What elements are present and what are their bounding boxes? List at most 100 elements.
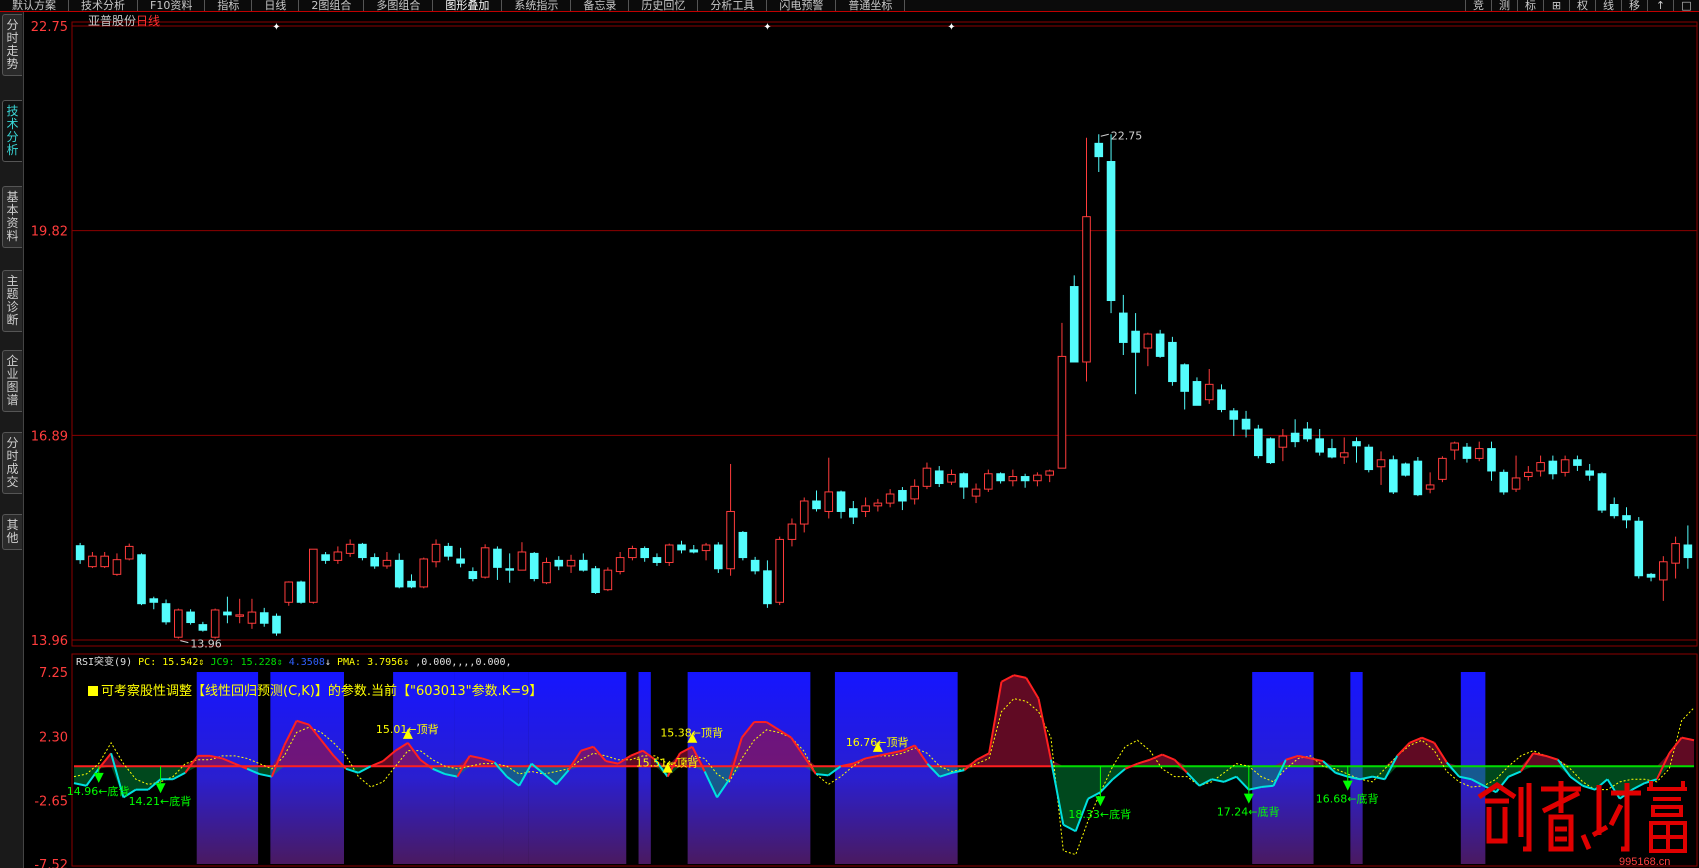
sidebar-tab-diagnosis[interactable]: 主题诊断 — [2, 270, 22, 332]
candle-body — [100, 555, 109, 568]
indicator-tick-label: 7.25 — [39, 666, 68, 681]
toolbar-item[interactable]: F10资料 — [138, 0, 206, 11]
toolbar-right-button[interactable]: 测 — [1491, 0, 1517, 11]
candle-body — [836, 491, 846, 512]
candle-body — [174, 609, 183, 638]
pma-value: 3.7956 — [367, 657, 404, 668]
toolbar-right-button[interactable]: 标 — [1517, 0, 1543, 11]
candle-body — [161, 603, 171, 623]
candle-body — [259, 612, 269, 624]
bottom-divergence-label: 18.33←底背 — [1068, 807, 1131, 821]
candle-body — [284, 581, 294, 603]
sidebar-tab-other[interactable]: 其他 — [2, 514, 22, 550]
candle-body — [763, 570, 772, 605]
jc-label: JC9: — [210, 657, 235, 668]
toolbar-right-button[interactable]: 竞 — [1465, 0, 1491, 11]
candle-body — [75, 545, 85, 561]
watermark-logo: 995168.cn 创想财富 — [1477, 781, 1687, 867]
kline-chart[interactable]: 22.75 19.82 16.89 13.96 22.75 13.96 ✦ ✦ ✦ — [26, 12, 1699, 652]
candle-body — [640, 547, 649, 559]
indicator-header: RSI突变(9) PC: 15.542⇕ JC9: 15.228⇕ 4.3508… — [76, 657, 512, 668]
candle-body — [505, 568, 514, 571]
toolbar-item-overlay[interactable]: 图形叠加 — [433, 0, 503, 11]
candle-body — [1204, 383, 1214, 401]
candle-body — [750, 559, 760, 572]
candle-body — [714, 544, 723, 570]
pc-line-segment — [1261, 784, 1274, 789]
candle-body — [1609, 503, 1619, 517]
jc2-value: 4.3508 — [288, 657, 325, 668]
candle-body — [1168, 341, 1177, 383]
sidebar-tab-technical[interactable]: 技术分析 — [2, 100, 22, 162]
toolbar-item[interactable]: 系统指示 — [502, 0, 572, 11]
sidebar: 分时走势 技术分析 基本资料 主题诊断 企业图谱 分时成交 其他 — [0, 12, 24, 868]
jc-value: 15.228 — [240, 657, 277, 668]
sidebar-tab-ticks[interactable]: 分时成交 — [2, 432, 22, 494]
toolbar-item[interactable]: 默认方案 — [0, 0, 69, 11]
candle-body — [186, 611, 195, 624]
candle-body — [1143, 333, 1153, 349]
candle-body — [345, 543, 355, 554]
candle-body — [247, 611, 257, 624]
candle-body — [1548, 460, 1558, 475]
toolbar-item[interactable]: 技术分析 — [69, 0, 138, 11]
candle-body — [652, 557, 662, 563]
candle-body — [1033, 474, 1042, 482]
sidebar-tab-enterprise[interactable]: 企业图谱 — [2, 350, 22, 412]
top-divergence-label: 15.38←顶背 — [660, 726, 723, 740]
candle-body — [1560, 459, 1570, 473]
candle-body — [873, 502, 883, 507]
toolbar-item[interactable]: 指标 — [205, 0, 253, 11]
indicator-tick-label: 2.30 — [39, 730, 68, 745]
stock-name: 亚普股份 — [88, 14, 137, 28]
candle-body — [309, 548, 318, 603]
candle-body — [701, 544, 711, 552]
candle-body — [1020, 476, 1030, 482]
candle-body — [861, 505, 870, 512]
candle-body — [1045, 470, 1054, 476]
toolbar-item[interactable]: 普通坐标 — [836, 0, 906, 11]
stock-title: 亚普股份日线 — [88, 12, 160, 29]
candle-body — [1217, 389, 1226, 410]
candle-body — [1401, 463, 1410, 476]
toolbar-right-button[interactable]: ⊞ — [1543, 0, 1569, 11]
toolbar-right-button[interactable]: □ — [1673, 0, 1699, 11]
toolbar-right-button[interactable]: 线 — [1595, 0, 1621, 11]
candle-body — [542, 561, 551, 584]
low-price-label: 13.96 — [190, 638, 222, 651]
toolbar-right-button[interactable]: 移 — [1621, 0, 1647, 11]
candle-body — [480, 547, 490, 578]
toolbar-right-button[interactable]: ↑ — [1647, 0, 1673, 11]
top-divergence-label: 15.51←顶背 — [636, 756, 699, 770]
candle-body — [124, 545, 134, 560]
sidebar-tab-intraday[interactable]: 分时走势 — [2, 14, 22, 76]
toolbar-right-button[interactable]: 权 — [1569, 0, 1595, 11]
candle-body — [444, 545, 453, 557]
toolbar-item[interactable]: 分析工具 — [698, 0, 768, 11]
candle-body — [1278, 435, 1288, 448]
toolbar-item[interactable]: 多图组合 — [364, 0, 434, 11]
sidebar-tab-fundamentals[interactable]: 基本资料 — [2, 186, 22, 248]
candle-body — [775, 538, 784, 603]
candle-body — [333, 551, 343, 561]
candle-body — [1524, 471, 1533, 478]
bottom-divergence-label: 14.96←底背 — [67, 784, 130, 798]
toolbar-item[interactable]: 日线 — [252, 0, 300, 11]
candle-body — [370, 557, 379, 567]
candle-body — [272, 615, 281, 634]
candle-body — [971, 488, 981, 497]
candle-body — [554, 559, 564, 567]
toolbar-item[interactable]: 备忘录 — [571, 0, 630, 11]
candle-body — [407, 580, 416, 588]
toolbar-item[interactable]: 2图组合 — [299, 0, 365, 11]
candle-body — [1241, 418, 1251, 430]
candle-body — [431, 543, 441, 563]
candle-body — [984, 473, 993, 490]
pc-value: 15.542 — [162, 657, 199, 668]
toolbar-item[interactable]: 闪电预警 — [767, 0, 837, 11]
candle-body — [1303, 428, 1312, 440]
candle-body — [1364, 446, 1374, 471]
toolbar-item[interactable]: 历史回忆 — [629, 0, 699, 11]
low-marker-line — [180, 640, 189, 644]
candle-body — [321, 554, 330, 561]
